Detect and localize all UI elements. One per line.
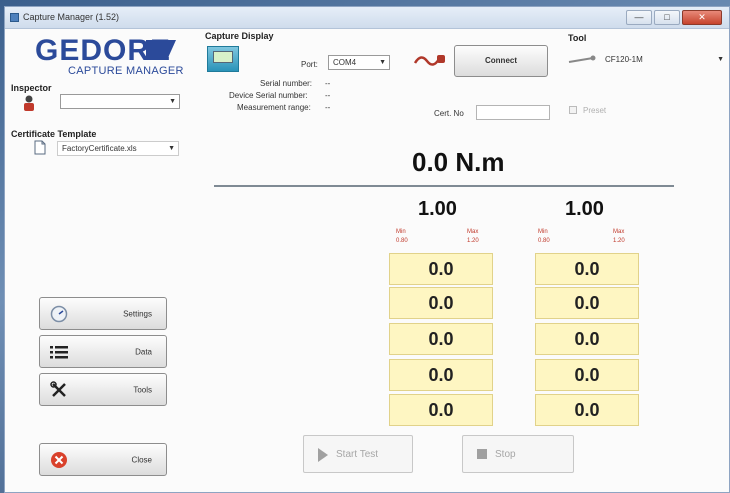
close-button-label: Close [131,455,152,464]
wrench-screwdriver-icon [50,380,66,397]
column-1-min-label: Min [396,229,406,235]
certificate-template-label: Certificate Template [11,129,97,139]
column-1-cell-5: 0.0 [389,394,493,426]
certificate-template-select[interactable]: FactoryCertificate.xls ▼ [57,141,179,156]
column-1-max-value: 1.20 [467,238,479,244]
app-icon [10,13,19,22]
tools-button-label: Tools [133,385,152,394]
column-1-max-label: Max [467,229,479,235]
capture-display-device-icon [207,46,239,72]
inspector-person-icon [24,95,34,111]
column-2-cell-3: 0.0 [535,323,639,355]
port-select[interactable]: COM4 ▼ [328,55,390,70]
stop-icon [477,449,487,459]
column-1-min-value: 0.80 [396,238,408,244]
column-1-cell-3: 0.0 [389,323,493,355]
column-2-min-value: 0.80 [538,238,550,244]
preset-checkbox[interactable] [569,106,577,114]
port-label: Port: [301,60,318,69]
list-icon [50,345,68,358]
data-button[interactable]: Data [39,335,167,368]
serial-number-value: -- [325,79,331,88]
column-1-cell-4: 0.0 [389,359,493,391]
cert-no-input[interactable] [476,105,550,120]
close-window-button[interactable]: ✕ [682,10,722,25]
play-icon [318,448,328,462]
column-1-cell-1: 0.0 [389,253,493,285]
device-serial-number-value: -- [325,91,331,100]
torque-reading: 0.0 N.m [412,147,505,177]
start-test-button[interactable]: Start Test [303,435,413,473]
close-button[interactable]: Close [39,443,167,476]
column-2-target: 1.00 [565,198,604,220]
inspector-label: Inspector [11,83,52,93]
serial-number-label: Serial number: [260,79,313,88]
stop-button[interactable]: Stop [462,435,574,473]
column-1-target: 1.00 [418,198,457,220]
gauge-icon [50,305,68,322]
chevron-down-icon: ▼ [717,56,724,63]
title-bar: Capture Manager (1.52) — □ ✕ [5,7,729,29]
chevron-down-icon: ▼ [169,98,176,105]
main-window: Capture Manager (1.52) — □ ✕ GEDORE CAPT… [4,6,730,493]
measurement-range-label: Measurement range: [237,103,311,112]
column-2-cell-2: 0.0 [535,287,639,319]
certificate-template-value: FactoryCertificate.xls [62,144,137,153]
data-button-label: Data [135,347,152,356]
column-1-cell-2: 0.0 [389,287,493,319]
connect-button[interactable]: Connect [454,45,548,77]
device-serial-number-label: Device Serial number: [229,91,308,100]
minimize-button[interactable]: — [626,10,652,25]
torque-wrench-icon [568,55,596,63]
document-icon [34,140,46,155]
capture-display-label: Capture Display [205,31,274,41]
column-2-min-label: Min [538,229,548,235]
column-2-max-value: 1.20 [613,238,625,244]
close-circle-icon [51,451,67,468]
column-2-cell-5: 0.0 [535,394,639,426]
inspector-select[interactable]: ▼ [60,94,180,109]
stop-label: Stop [495,449,516,460]
chevron-down-icon: ▼ [168,145,175,152]
window-title: Capture Manager (1.52) [23,12,120,22]
column-2-cell-4: 0.0 [535,359,639,391]
tool-label: Tool [568,33,587,43]
column-2-max-label: Max [613,229,625,235]
tools-button[interactable]: Tools [39,373,167,406]
brand-subtitle: CAPTURE MANAGER [68,65,184,77]
measurement-range-value: -- [325,103,331,112]
divider [214,185,674,187]
cert-no-label: Cert. No [434,109,464,118]
column-2-cell-1: 0.0 [535,253,639,285]
brand-logo-flag [146,40,176,60]
preset-label: Preset [583,106,607,115]
settings-button[interactable]: Settings [39,297,167,330]
settings-button-label: Settings [123,309,152,318]
port-select-value: COM4 [333,58,357,67]
start-test-label: Start Test [336,449,379,460]
maximize-button[interactable]: □ [654,10,680,25]
chevron-down-icon: ▼ [379,59,386,66]
tool-select-value: CF120-1M [605,55,643,64]
cable-connector-icon [413,55,445,66]
tool-select[interactable]: CF120-1M ▼ [601,53,727,68]
